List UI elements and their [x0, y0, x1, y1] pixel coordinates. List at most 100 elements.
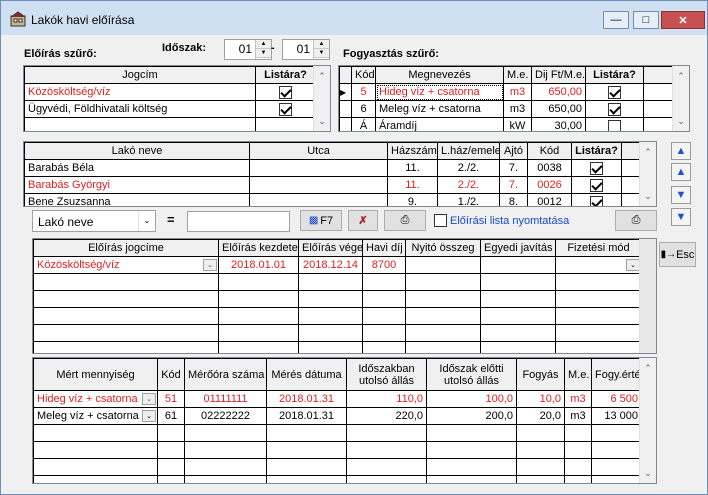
fizetesi-mod-cell[interactable]: ⌄ [555, 256, 642, 274]
table-row [33, 273, 642, 291]
table-row[interactable]: 6 Meleg víz + csatorna m3 650,00 [339, 100, 675, 118]
print-list-button[interactable]: ⎙ [615, 210, 657, 231]
idoszak-to-stepper[interactable]: 01 ▲ ▼ [282, 39, 330, 60]
header-elotti-allas: Időszak előtti utolsó állás [426, 358, 517, 391]
search-field-value: Lakó neve [38, 215, 94, 229]
jogcim-name: Közösköltség/víz [24, 83, 256, 101]
last-record-button[interactable]: ▼ [671, 208, 691, 226]
listara-checkbox[interactable] [279, 102, 292, 116]
header-eloiras-vege: Előírás vége [298, 239, 363, 257]
scroll-up-icon[interactable]: ⌃ [314, 68, 330, 84]
chevron-down-icon[interactable]: ⌄ [626, 259, 640, 271]
header-egyedi-javitas: Egyedi javítás [480, 239, 556, 257]
lakok-scrollbar[interactable]: ⌃ ⌄ [639, 142, 656, 206]
header-mert-mennyiseg: Mért mennyiség [33, 358, 158, 391]
meres-elotti: 200,0 [426, 407, 517, 425]
down-arrow-icon[interactable]: ▼ [256, 49, 271, 58]
maximize-button[interactable]: □ [633, 11, 659, 29]
lako-emelet: 1./2. [437, 193, 500, 206]
table-row[interactable] [24, 117, 316, 131]
minimize-icon: — [610, 14, 622, 26]
scroll-up-icon[interactable]: ⌃ [640, 360, 656, 376]
chevron-down-icon[interactable]: ⌄ [142, 393, 156, 405]
fogyasztas-scrollbar[interactable]: ⌃ ⌄ [672, 66, 689, 131]
next-record-button[interactable]: ▼ [671, 186, 691, 204]
chevron-down-icon[interactable]: ⌄ [203, 259, 217, 271]
jogcim-scrollbar[interactable]: ⌃ ⌄ [313, 66, 330, 131]
listara-checkbox[interactable] [590, 195, 603, 206]
clear-search-button[interactable]: ✗ [348, 210, 378, 231]
search-input[interactable] [187, 211, 290, 232]
chevron-down-icon[interactable]: ⌄ [142, 410, 156, 422]
meres-menny-cell[interactable]: Meleg víz + csatorna ⌄ [33, 407, 158, 425]
scroll-down-icon[interactable]: ⌄ [673, 113, 689, 129]
up-arrow-icon[interactable]: ▲ [256, 40, 271, 49]
scroll-down-icon[interactable]: ⌄ [640, 188, 656, 204]
eloiras-jogcim-cell[interactable]: Közösköltség/víz ⌄ [33, 256, 219, 274]
listara-checkbox[interactable] [608, 119, 621, 131]
chevron-down-icon: ⌄ [138, 211, 155, 231]
close-button[interactable]: ✕ [661, 11, 705, 29]
table-row[interactable]: Ügyvédi, Földhivatali költség [24, 100, 316, 118]
meres-grid[interactable]: Mért mennyiség Kód Mérőóra száma Mérés dátu… [32, 357, 657, 484]
jogcim-grid[interactable]: Jogcím Listára? Közösköltség/víz Ügyvédi,… [23, 65, 331, 132]
header-lako-neve: Lakó neve [24, 142, 250, 160]
meres-elotti: 100,0 [426, 390, 517, 408]
eloiras-scrollbar[interactable] [639, 239, 656, 353]
lako-utca [249, 176, 388, 194]
prev-record-button[interactable]: ▲ [671, 163, 691, 181]
esc-button[interactable]: ▮→ Esc [659, 242, 696, 267]
first-record-button[interactable]: ▲ [671, 142, 691, 160]
minimize-button[interactable]: — [603, 11, 629, 29]
listara-checkbox[interactable] [608, 102, 621, 116]
idoszak-from-stepper[interactable]: 01 ▲ ▼ [224, 39, 272, 60]
meres-ora: 02222222 [184, 407, 267, 425]
print-button[interactable]: ⎙ [384, 210, 426, 231]
scroll-down-icon[interactable]: ⌄ [314, 113, 330, 129]
scroll-up-icon[interactable]: ⌃ [673, 68, 689, 84]
header-nyito-osszeg: Nyitó összeg [405, 239, 481, 257]
header-listara: Listára? [255, 66, 316, 84]
table-row[interactable]: ▶ 5 Hideg víz + csatorna m3 650,00 [339, 83, 675, 101]
listara-checkbox[interactable] [590, 178, 603, 192]
listara-checkbox[interactable] [590, 161, 603, 175]
down-arrow-icon[interactable]: ▼ [314, 49, 329, 58]
table-row[interactable]: Bene Zsuzsanna 9. 1./2. 8. 0012 [24, 193, 642, 206]
header-fizetesi-mod: Fizetési mód [555, 239, 642, 257]
lako-kod: 0026 [527, 176, 572, 194]
idoszak-from-value: 01 [238, 42, 252, 56]
table-row[interactable]: Barabás Béla 11. 2./2. 7. 0038 [24, 159, 642, 177]
fogyasztas-grid[interactable]: Kód Megnevezés M.e. Dij Ft/M.e. Listára? ▶ 5 H… [338, 65, 690, 132]
lako-emelet: 2./2. [437, 176, 500, 194]
search-field-select[interactable]: Lakó neve ⌄ [32, 210, 156, 232]
listara-checkbox[interactable] [279, 85, 292, 99]
meres-kod: 61 [157, 407, 185, 425]
window-title: Lakók havi előírása [31, 13, 135, 27]
meres-ertek: 6 500 [591, 390, 642, 408]
table-row[interactable]: Meleg víz + csatorna ⌄ 61 02222222 2018.01.3… [33, 407, 642, 425]
listara-checkbox[interactable] [608, 85, 621, 99]
meres-menny-cell[interactable]: Hideg víz + csatorna ⌄ [33, 390, 158, 408]
up-arrow-icon[interactable]: ▲ [314, 40, 329, 49]
header-kod: Kód [157, 358, 185, 391]
scroll-down-icon[interactable]: ⌄ [640, 465, 656, 481]
fogy-kod: 6 [351, 100, 376, 118]
meres-scrollbar[interactable]: ⌃ ⌄ [639, 358, 656, 483]
scroll-up-icon[interactable]: ⌃ [640, 144, 656, 160]
table-row[interactable]: Közösköltség/víz [24, 83, 316, 101]
f7-search-button[interactable]: ▩ F7 [300, 210, 342, 231]
eloiras-grid[interactable]: Előírás jogcíme Előírás kezdete Előírás vé… [32, 238, 657, 354]
table-row[interactable]: Hideg víz + csatorna ⌄ 51 01111111 2018.01.3… [33, 390, 642, 408]
equals-sign: = [167, 212, 175, 227]
header-listara: Listára? [585, 66, 644, 84]
table-row[interactable]: Á Áramdíj kW 30,00 [339, 117, 675, 131]
table-row [33, 424, 642, 442]
table-row[interactable]: Közösköltség/víz ⌄ 2018.01.01 2018.12.14 870… [33, 256, 642, 274]
header-meroora: Mérőóra száma [184, 358, 267, 391]
meres-utolso: 220,0 [346, 407, 427, 425]
exit-door-icon: ▮→ [660, 249, 677, 260]
table-row[interactable]: Barabás Györgyi 11. 2./2. 7. 0026 [24, 176, 642, 194]
lakok-grid[interactable]: Lakó neve Utca Házszám L.ház/emelet Ajtó Kód L… [23, 141, 657, 207]
eloirasi-lista-checkbox[interactable] [434, 214, 447, 227]
fogy-dij: 650,00 [531, 83, 586, 101]
